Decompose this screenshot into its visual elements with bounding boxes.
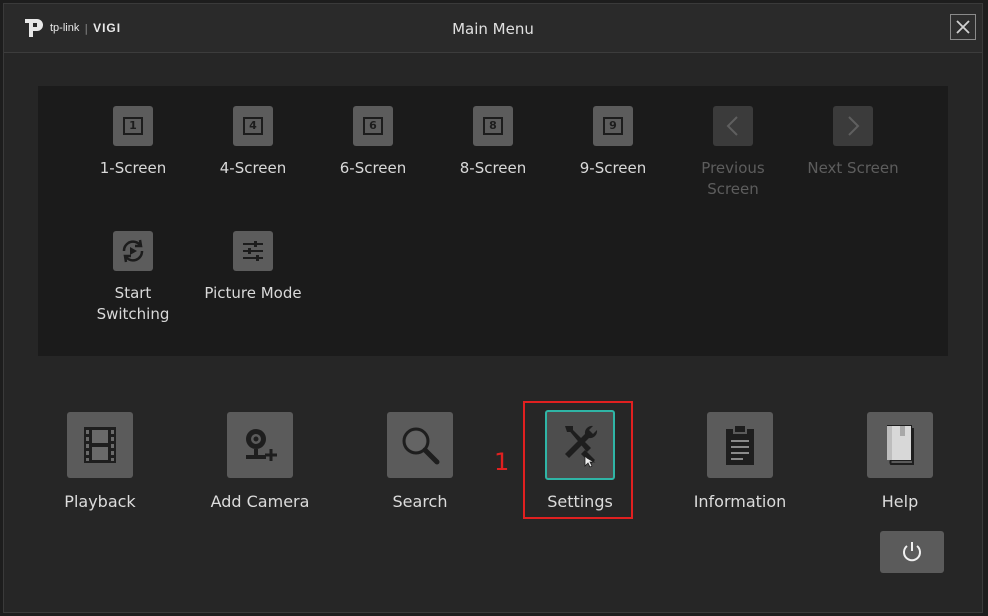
playback-label: Playback	[64, 492, 136, 511]
eight-screen-option[interactable]: 8 8-Screen	[433, 106, 553, 179]
help-label: Help	[881, 492, 919, 511]
six-screen-icon: 6	[353, 106, 393, 146]
four-screen-icon: 4	[233, 106, 273, 146]
add-camera-icon	[227, 412, 293, 478]
clipboard-icon	[707, 412, 773, 478]
next-screen-option[interactable]: Next Screen	[793, 106, 913, 179]
add-camera-label: Add Camera	[210, 492, 310, 511]
playback-button[interactable]: Playback	[30, 412, 170, 511]
four-screen-option[interactable]: 4 4-Screen	[193, 106, 313, 179]
information-button[interactable]: Information	[670, 412, 810, 511]
chevron-left-icon	[713, 106, 753, 146]
power-icon	[903, 542, 921, 562]
power-button[interactable]	[880, 531, 944, 573]
six-screen-label: 6-Screen	[339, 159, 407, 177]
nine-screen-label: 9-Screen	[579, 159, 647, 177]
film-icon	[67, 412, 133, 478]
chevron-right-icon	[833, 106, 873, 146]
start-switching-option[interactable]: Start Switching	[73, 231, 193, 325]
settings-highlight-box	[523, 401, 633, 519]
one-screen-label: 1-Screen	[99, 159, 167, 177]
search-icon	[387, 412, 453, 478]
close-icon	[956, 20, 970, 34]
window-title: Main Menu	[452, 20, 534, 38]
sliders-icon	[233, 231, 273, 271]
step-number-annotation: 1	[494, 448, 510, 476]
picture-mode-option[interactable]: Picture Mode	[193, 231, 313, 304]
search-label: Search	[392, 492, 448, 511]
screen-layout-panel: 1 1-Screen 4 4-Screen 6 6-Screen 8 8-Scr…	[38, 86, 948, 356]
title-bar: tp-link | VIGI Main Menu	[4, 4, 982, 53]
nine-screen-option[interactable]: 9 9-Screen	[553, 106, 673, 179]
previous-screen-label: Previous Screen	[701, 159, 765, 198]
previous-screen-option[interactable]: Previous Screen	[673, 106, 793, 200]
next-screen-label: Next Screen	[807, 159, 899, 177]
book-icon	[867, 412, 933, 478]
four-screen-label: 4-Screen	[219, 159, 287, 177]
search-button[interactable]: Search	[350, 412, 490, 511]
eight-screen-label: 8-Screen	[459, 159, 527, 177]
start-switching-label: Start Switching	[96, 284, 170, 323]
add-camera-button[interactable]: Add Camera	[190, 412, 330, 511]
six-screen-option[interactable]: 6 6-Screen	[313, 106, 433, 179]
picture-mode-label: Picture Mode	[204, 284, 302, 302]
information-label: Information	[693, 492, 787, 511]
help-button[interactable]: Help	[830, 412, 970, 511]
eight-screen-icon: 8	[473, 106, 513, 146]
one-screen-option[interactable]: 1 1-Screen	[73, 106, 193, 179]
one-screen-icon: 1	[113, 106, 153, 146]
close-button[interactable]	[950, 14, 976, 40]
nine-screen-icon: 9	[593, 106, 633, 146]
refresh-play-icon	[113, 231, 153, 271]
